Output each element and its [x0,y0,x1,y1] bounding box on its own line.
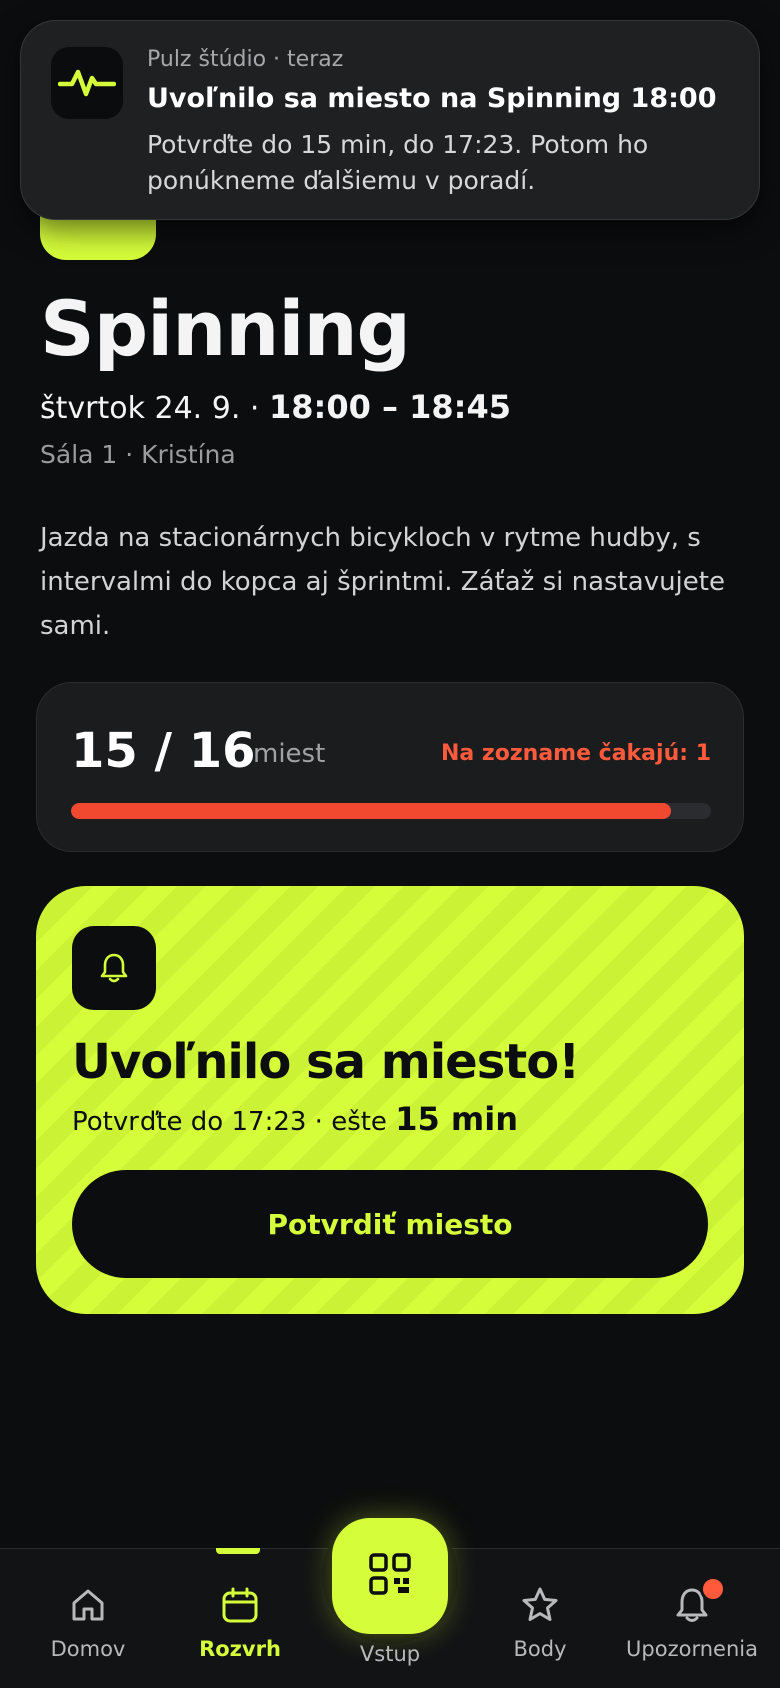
class-datetime: štvrtok 24. 9. · 18:00 – 18:45 [40,388,511,426]
nav-label-checkin: Vstup [359,1642,421,1666]
capacity-unit: miest [253,739,326,769]
spot-available-card: Uvoľnilo sa miesto! Potvrďte do 17:23 · … [36,886,744,1314]
class-title: Spinning [40,284,411,373]
nav-label-notifications: Upozornenia [626,1637,758,1661]
spot-deadline: Potvrďte do 17:23 · ešte 15 min [72,1100,518,1138]
spot-title: Uvoľnilo sa miesto! [72,1034,580,1090]
notification-body: Potvrďte do 15 min, do 17:23. Potom ho p… [147,130,649,195]
nav-item-notifications[interactable]: Upozornenia [622,1585,762,1661]
nav-label-home: Domov [50,1637,126,1661]
nav-item-points[interactable]: Body [470,1585,610,1661]
capacity-card: 15 / 16 miest Na zozname čakajú: 1 [36,682,744,852]
nav-label-points: Body [513,1637,567,1661]
notification-time: teraz [287,47,344,72]
class-day: štvrtok 24. 9. [40,391,241,426]
qr-code-icon [368,1552,412,1600]
class-trainer: Kristína [141,440,236,469]
confirm-spot-button[interactable]: Potvrdiť miesto [72,1170,708,1278]
class-time: 18:00 – 18:45 [269,388,511,426]
capacity-count: 15 / 16 [71,723,256,779]
capacity-bar-fill [71,803,671,819]
pulse-icon [51,47,123,119]
notification-title: Uvoľnilo sa miesto na Spinning 18:00 [147,83,717,114]
nav-label-schedule: Rozvrh [199,1637,281,1661]
notification-meta: Pulz štúdio · teraz [147,47,344,72]
capacity-bar [71,803,711,819]
notification-badge [700,1576,726,1602]
class-room: Sála 1 [40,440,118,469]
spot-deadline-text: Potvrďte do 17:23 · ešte [72,1107,387,1137]
home-icon [68,1585,108,1629]
notification-app: Pulz štúdio [147,47,267,72]
nav-item-schedule[interactable]: Rozvrh [170,1585,310,1661]
bell-icon [72,926,156,1010]
waitlist-count: Na zozname čakajú: 1 [441,741,711,766]
star-icon [520,1585,560,1629]
calendar-icon [220,1585,260,1629]
spot-remaining: 15 min [395,1100,518,1138]
push-notification[interactable]: Pulz štúdio · teraz Uvoľnilo sa miesto n… [20,20,760,220]
nav-item-home[interactable]: Domov [18,1585,158,1661]
class-description: Jazda na stacionárnych bicykloch v rytme… [40,523,725,641]
active-tab-indicator [216,1548,260,1554]
class-location: Sála 1 · Kristína [40,440,236,469]
checkin-button[interactable] [332,1518,448,1634]
